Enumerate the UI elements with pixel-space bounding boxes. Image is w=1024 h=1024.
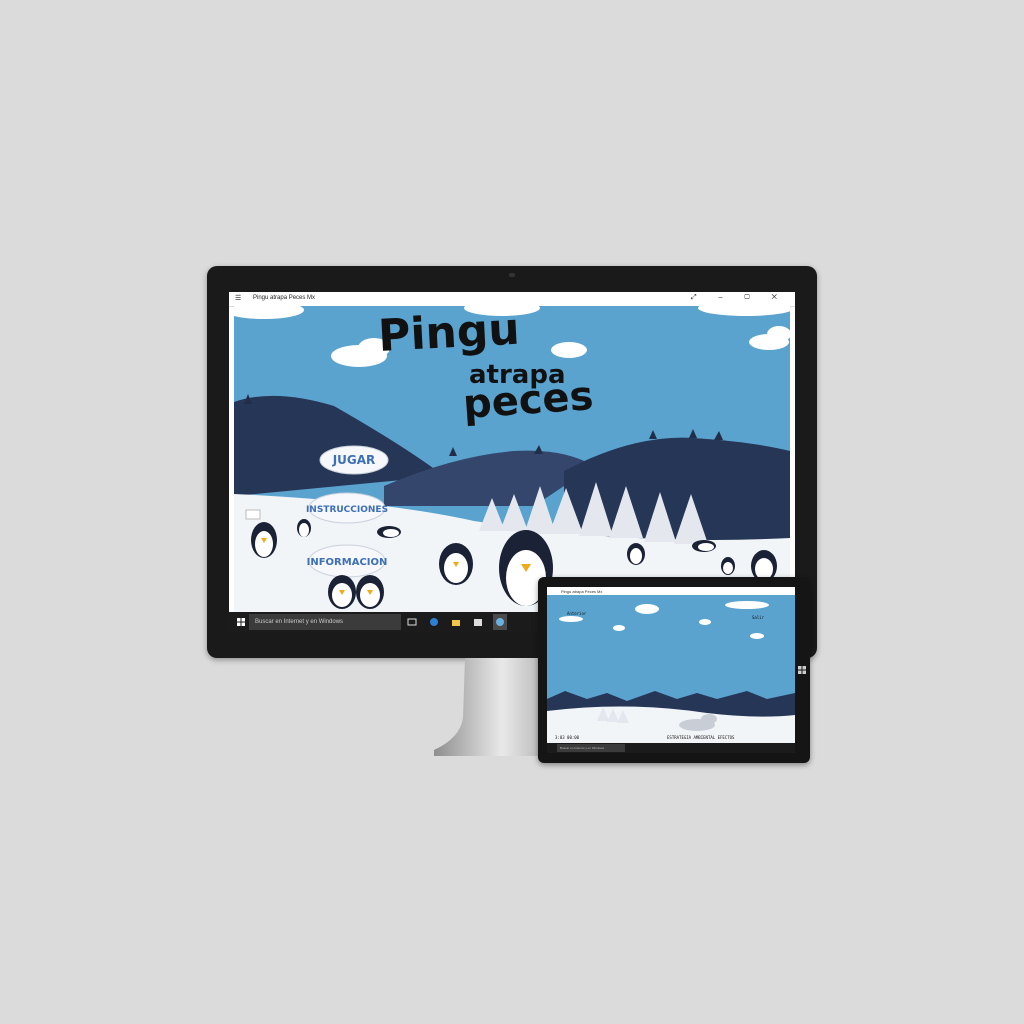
title-peces: peces <box>461 373 594 428</box>
title-pingu: Pingu <box>377 306 521 362</box>
hamburger-menu-icon[interactable]: ☰ <box>235 294 241 302</box>
tablet-status-right: ESTRATEGIA AMBIENTAL EFECTOS <box>667 735 735 740</box>
taskbar-search-input[interactable]: Buscar en Internet y en Windows <box>249 614 401 630</box>
info-button-label: INFORMACION <box>307 557 388 568</box>
penguin <box>251 522 277 558</box>
edge-browser-icon[interactable] <box>429 617 439 627</box>
window-titlebar: ☰ Pingu atrapa Peces Mx ⤢ – ▢ ✕ <box>229 292 795 307</box>
file-explorer-icon[interactable] <box>451 617 461 627</box>
penguin-lying <box>692 540 716 552</box>
penguin <box>328 575 356 609</box>
window-title: Pingu atrapa Peces Mx <box>253 295 316 301</box>
penguin <box>721 557 735 575</box>
penguin <box>627 543 645 565</box>
play-button-label: JUGAR <box>332 453 376 467</box>
tablet-window-titlebar: Pingu atrapa Peces Mx <box>547 587 795 595</box>
penguin <box>439 543 473 585</box>
sign-icon <box>245 509 261 520</box>
instructions-button-label: INSTRUCCIONES <box>306 505 388 515</box>
task-view-icon[interactable] <box>407 617 417 627</box>
tablet-taskbar-search[interactable]: Buscar en Internet y en Windows <box>557 744 625 752</box>
tablet-status-left: 3:03 00:00 <box>555 735 580 740</box>
info-button[interactable]: INFORMACION <box>307 544 388 578</box>
penguin <box>356 575 384 609</box>
tablet-taskbar: Buscar en Internet y en Windows <box>547 743 795 753</box>
play-button[interactable]: JUGAR <box>319 445 389 475</box>
tablet-window-title: Pingu atrapa Peces Mx <box>561 589 603 594</box>
tablet-hud-right[interactable]: Salir <box>752 615 764 620</box>
tablet-windows-logo-icon <box>798 666 806 674</box>
tablet-screen: Pingu atrapa Peces Mx Anterior Salir 3:0… <box>547 587 795 753</box>
penguin <box>297 519 311 537</box>
game-canvas[interactable]: Pingu atrapa peces JUGAR INSTRUCCIONES I… <box>234 306 790 612</box>
active-app-icon[interactable] <box>493 614 507 630</box>
window-controls[interactable]: ⤢ – ▢ ✕ <box>691 294 787 302</box>
monitor-camera <box>509 273 515 277</box>
tablet-hud-left: Anterior <box>567 611 587 616</box>
windows-start-icon[interactable] <box>237 618 245 626</box>
penguin-lying <box>377 526 401 538</box>
store-icon[interactable] <box>473 617 483 627</box>
